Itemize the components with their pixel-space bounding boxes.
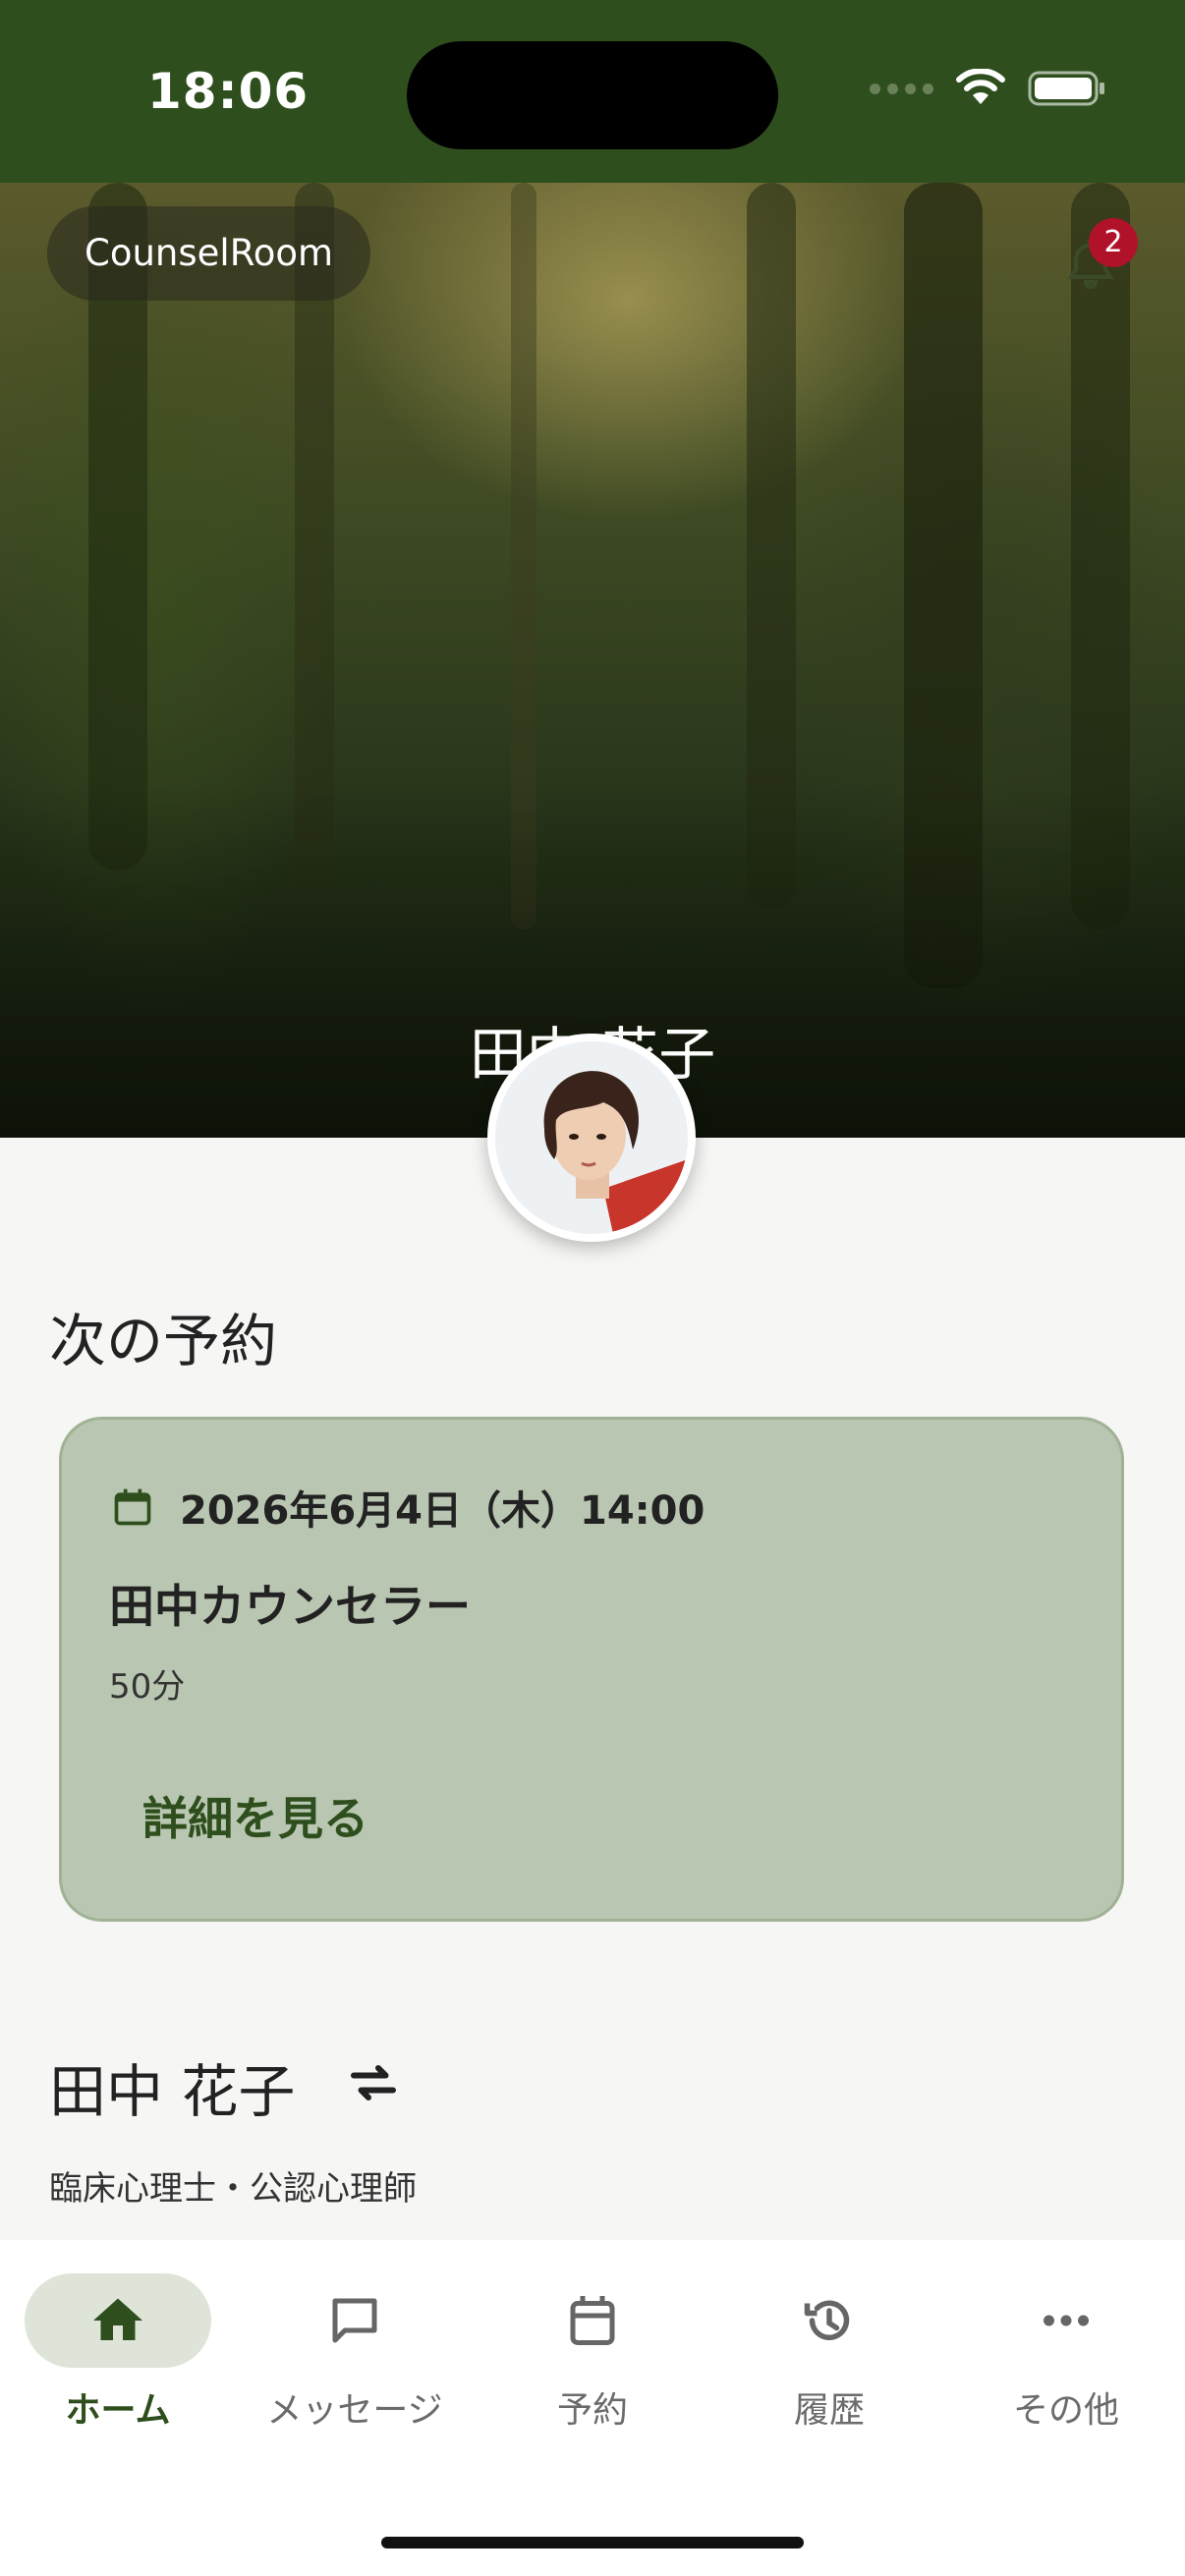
calendar-icon (114, 1488, 151, 1526)
signal-icon (870, 83, 933, 94)
dynamic-island (407, 41, 778, 149)
history-icon (804, 2300, 850, 2340)
more-icon (1044, 2315, 1089, 2326)
home-icon (93, 2298, 142, 2340)
wifi-icon (956, 69, 1005, 104)
appointment-duration: 50分 (109, 1667, 186, 1707)
appointment-date-row: 2026年6月4日（木）14:00 (111, 1479, 705, 1536)
view-details-button[interactable]: 詳細を見る (142, 1783, 368, 1848)
profile-name: 田中 花子 (49, 2058, 296, 2125)
nav-label-booking: 予約 (556, 2390, 628, 2431)
next-appointment-heading: 次の予約 (49, 1308, 278, 1374)
nav-label-home: ホーム (65, 2390, 171, 2431)
battery-icon (1028, 71, 1104, 106)
nav-item-more[interactable]: その他 (948, 2273, 1184, 2433)
appointment-datetime: 2026年6月4日（木）14:00 (180, 1488, 705, 1534)
home-indicator[interactable] (381, 2537, 804, 2548)
status-icons (870, 69, 1106, 108)
profile-qualification: 臨床心理士・公認心理師 (49, 2169, 417, 2209)
nav-label-more: その他 (1012, 2390, 1119, 2431)
nav-item-history[interactable]: 履歴 (711, 2273, 947, 2433)
nav-label-history: 履歴 (793, 2390, 865, 2431)
swap-icon[interactable] (344, 2053, 403, 2112)
nav-item-booking[interactable]: 予約 (475, 2273, 710, 2433)
profile-photo (495, 1041, 688, 1234)
avatar[interactable] (487, 1034, 696, 1242)
appointment-card[interactable]: 2026年6月4日（木）14:00 田中カウンセラー 50分 詳細を見る (59, 1417, 1124, 1922)
appointment-counselor: 田中カウンセラー (109, 1580, 471, 1633)
message-icon (332, 2298, 377, 2343)
nav-item-messages[interactable]: メッセージ (237, 2273, 473, 2433)
calendar-icon (570, 2296, 615, 2345)
status-time: 18:06 (147, 63, 310, 120)
app-name-chip[interactable]: CounselRoom (47, 206, 371, 301)
status-bar: 18:06 (0, 0, 1185, 183)
hero-banner: CounselRoom 2 田中 花子 (0, 183, 1185, 1138)
nav-item-home[interactable]: ホーム (0, 2273, 236, 2433)
notification-badge: 2 (1089, 218, 1138, 267)
bottom-navigation: ホーム メッセージ 予約 履歴 その他 (0, 2240, 1185, 2576)
nav-label-messages: メッセージ (266, 2390, 443, 2431)
